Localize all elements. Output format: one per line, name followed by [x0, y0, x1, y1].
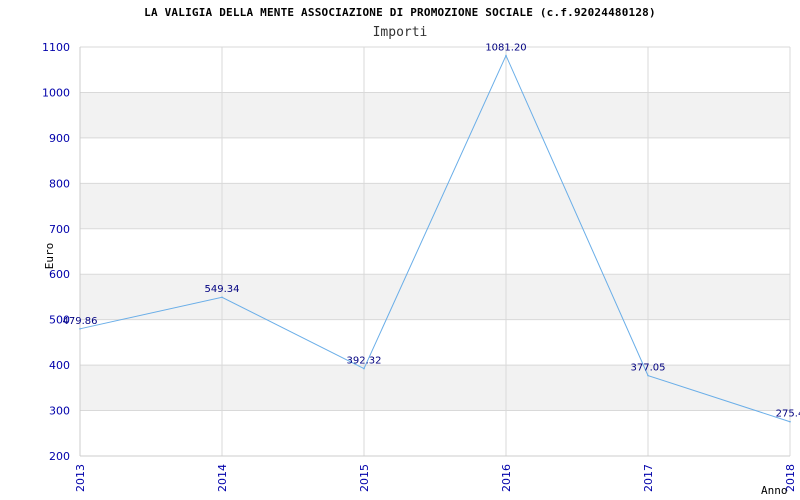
chart-title: LA VALIGIA DELLA MENTE ASSOCIAZIONE DI P…: [144, 6, 656, 19]
data-label: 479.86: [63, 316, 98, 327]
y-tick-label: 1000: [42, 86, 70, 99]
grid-band: [80, 183, 790, 229]
x-axis-title: Anno: [761, 484, 788, 497]
data-label: 1081.20: [485, 43, 526, 54]
grid-band: [80, 274, 790, 320]
data-point: [789, 420, 791, 423]
y-tick-label: 400: [49, 359, 70, 372]
x-tick-label: 2014: [216, 464, 229, 492]
line-chart: 20030040050060070080090010001100 2013 201…: [42, 41, 800, 497]
background-bands: [80, 92, 790, 411]
y-tick-label: 200: [49, 450, 70, 463]
data-label: 275.4: [776, 409, 800, 420]
x-tick-label: 2016: [500, 464, 513, 492]
data-label: 377.05: [631, 363, 666, 374]
x-tick-labels: 2013 2014 2015 2016 2017 2018: [74, 464, 797, 492]
y-tick-label: 700: [49, 223, 70, 236]
y-tick-label: 1100: [42, 41, 70, 54]
data-point: [505, 54, 507, 57]
data-label: 392.32: [347, 356, 382, 367]
data-point: [221, 296, 223, 299]
y-tick-label: 900: [49, 132, 70, 145]
x-tick-label: 2013: [74, 464, 87, 492]
grid-band: [80, 365, 790, 411]
chart-page: 200 300 400 500 600 700 800 900 1000 1100 2013 201…: [0, 0, 800, 500]
y-tick-label: 800: [49, 177, 70, 190]
grid-band: [80, 92, 790, 138]
data-point: [79, 328, 81, 330]
data-point: [647, 374, 649, 377]
y-axis-title: Euro: [43, 243, 56, 270]
y-tick-label: 300: [49, 405, 70, 418]
chart-subtitle: Importi: [372, 25, 428, 40]
data-label: 549.34: [205, 284, 240, 295]
x-tick-label: 2017: [642, 464, 655, 492]
x-tick-label: 2015: [358, 464, 371, 492]
data-point: [363, 367, 365, 370]
